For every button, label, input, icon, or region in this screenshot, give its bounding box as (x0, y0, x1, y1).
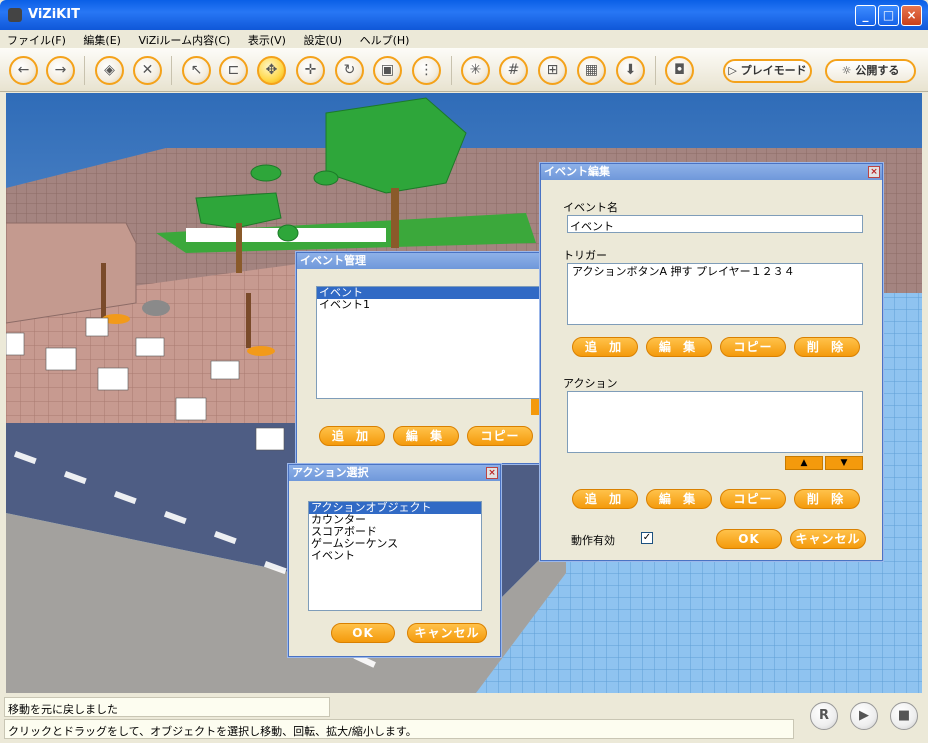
add-event-button[interactable]: 追 加 (319, 426, 385, 446)
add-trigger-button[interactable]: 追 加 (572, 337, 638, 357)
close-icon[interactable]: × (486, 467, 498, 479)
delete-trigger-button[interactable]: 削 除 (794, 337, 860, 357)
list-item[interactable]: イベント (309, 550, 481, 562)
maximize-button[interactable]: □ (878, 5, 899, 26)
camera-icon[interactable]: ◘ (665, 56, 694, 85)
trigger-list[interactable]: アクションボタンA 押す プレイヤー１２３４ (567, 263, 863, 325)
delete-icon[interactable]: ✕ (133, 56, 162, 85)
stop-button[interactable]: ■ (890, 702, 918, 730)
grid-icon[interactable]: # (499, 56, 528, 85)
ok-button[interactable]: OK (716, 529, 782, 549)
menu-view[interactable]: 表示(V) (241, 30, 293, 50)
play-button[interactable]: ▶ (850, 702, 878, 730)
hierarchy-icon[interactable]: ⊏ (219, 56, 248, 85)
menu-file[interactable]: ファイル(F) (0, 30, 73, 50)
move-up-button[interactable]: ▲ (785, 456, 823, 470)
play-mode-button[interactable]: ▷ プレイモード (723, 59, 812, 83)
record-button[interactable]: R (810, 702, 838, 730)
event-manager-title: イベント管理 (297, 253, 545, 269)
copy-event-button[interactable]: コピー (467, 426, 533, 446)
snap-icon[interactable]: ⊞ (538, 56, 567, 85)
copy-trigger-button[interactable]: コピー (720, 337, 786, 357)
trigger-label: トリガー (563, 249, 607, 262)
close-icon[interactable]: × (868, 166, 880, 178)
forward-icon[interactable]: → (46, 56, 75, 85)
select-icon[interactable]: ✥ (257, 56, 286, 85)
enabled-label: 動作有効 (571, 534, 615, 547)
menu-room-content[interactable]: ViZiルーム内容(C) (131, 30, 237, 50)
action-label: アクション (563, 377, 618, 390)
edit-action-button[interactable]: 編 集 (646, 489, 712, 509)
close-button[interactable]: × (901, 5, 922, 26)
toolbar: ← → ◈ ✕ ↖ ⊏ ✥ ✛ ↻ ▣ ⋮ ✳ # ⊞ ▦ ⬇ ◘ ▷ プレイモ… (0, 48, 928, 92)
rotate-icon[interactable]: ↻ (335, 56, 364, 85)
menu-help[interactable]: ヘルプ(H) (353, 30, 417, 50)
title-bar: ViZiKIT _ □ × (0, 0, 928, 30)
edit-trigger-button[interactable]: 編 集 (646, 337, 712, 357)
action-type-list[interactable]: アクションオブジェクト カウンター スコアボード ゲームシーケンス イベント (308, 501, 482, 611)
list-item[interactable]: アクションボタンA 押す プレイヤー１２３４ (570, 266, 860, 278)
action-list[interactable] (567, 391, 863, 453)
status-message: 移動を元に戻しました (4, 697, 330, 717)
publish-button[interactable]: ☼ 公開する (825, 59, 916, 83)
cancel-button[interactable]: キャンセル (407, 623, 487, 643)
drop-icon[interactable]: ⬇ (616, 56, 645, 85)
move-icon[interactable]: ✛ (296, 56, 325, 85)
enabled-checkbox[interactable]: ✓ (641, 532, 653, 544)
back-icon[interactable]: ← (9, 56, 38, 85)
list-item[interactable]: イベント1 (317, 299, 543, 311)
event-name-field[interactable]: イベント (567, 215, 863, 233)
event-name-label: イベント名 (563, 201, 618, 214)
menu-settings[interactable]: 設定(U) (296, 30, 349, 50)
action-select-dialog: アクション選択 × アクションオブジェクト カウンター スコアボード ゲームシー… (288, 464, 501, 657)
align-icon[interactable]: ⋮ (412, 56, 441, 85)
edit-event-button[interactable]: 編 集 (393, 426, 459, 446)
move-down-button[interactable]: ▼ (825, 456, 863, 470)
delete-action-button[interactable]: 削 除 (794, 489, 860, 509)
add-action-button[interactable]: 追 加 (572, 489, 638, 509)
cancel-button[interactable]: キャンセル (790, 529, 866, 549)
event-edit-dialog: イベント編集 × イベント名 イベント トリガー アクションボタンA 押す プレ… (540, 163, 883, 561)
menu-bar: ファイル(F) 編集(E) ViZiルーム内容(C) 表示(V) 設定(U) ヘ… (0, 30, 928, 48)
box-on-icon[interactable]: ▦ (577, 56, 606, 85)
axis-icon[interactable]: ✳ (461, 56, 490, 85)
app-icon (8, 8, 22, 22)
action-select-title: アクション選択 (289, 465, 500, 481)
event-edit-title: イベント編集 (541, 164, 882, 180)
copy-action-button[interactable]: コピー (720, 489, 786, 509)
window-title: ViZiKIT (28, 7, 80, 22)
status-hint: クリックとドラッグをして、オブジェクトを選択し移動、回転、拡大/縮小します。 (4, 719, 794, 739)
minimize-button[interactable]: _ (855, 5, 876, 26)
object-icon[interactable]: ◈ (95, 56, 124, 85)
menu-edit[interactable]: 編集(E) (76, 30, 128, 50)
ok-button[interactable]: OK (331, 623, 395, 643)
scale-icon[interactable]: ▣ (373, 56, 402, 85)
pointer-icon[interactable]: ↖ (182, 56, 211, 85)
event-list[interactable]: イベント イベント1 (316, 286, 544, 399)
event-manager-dialog: イベント管理 イベント イベント1 追 加 編 集 コピー (296, 252, 546, 464)
